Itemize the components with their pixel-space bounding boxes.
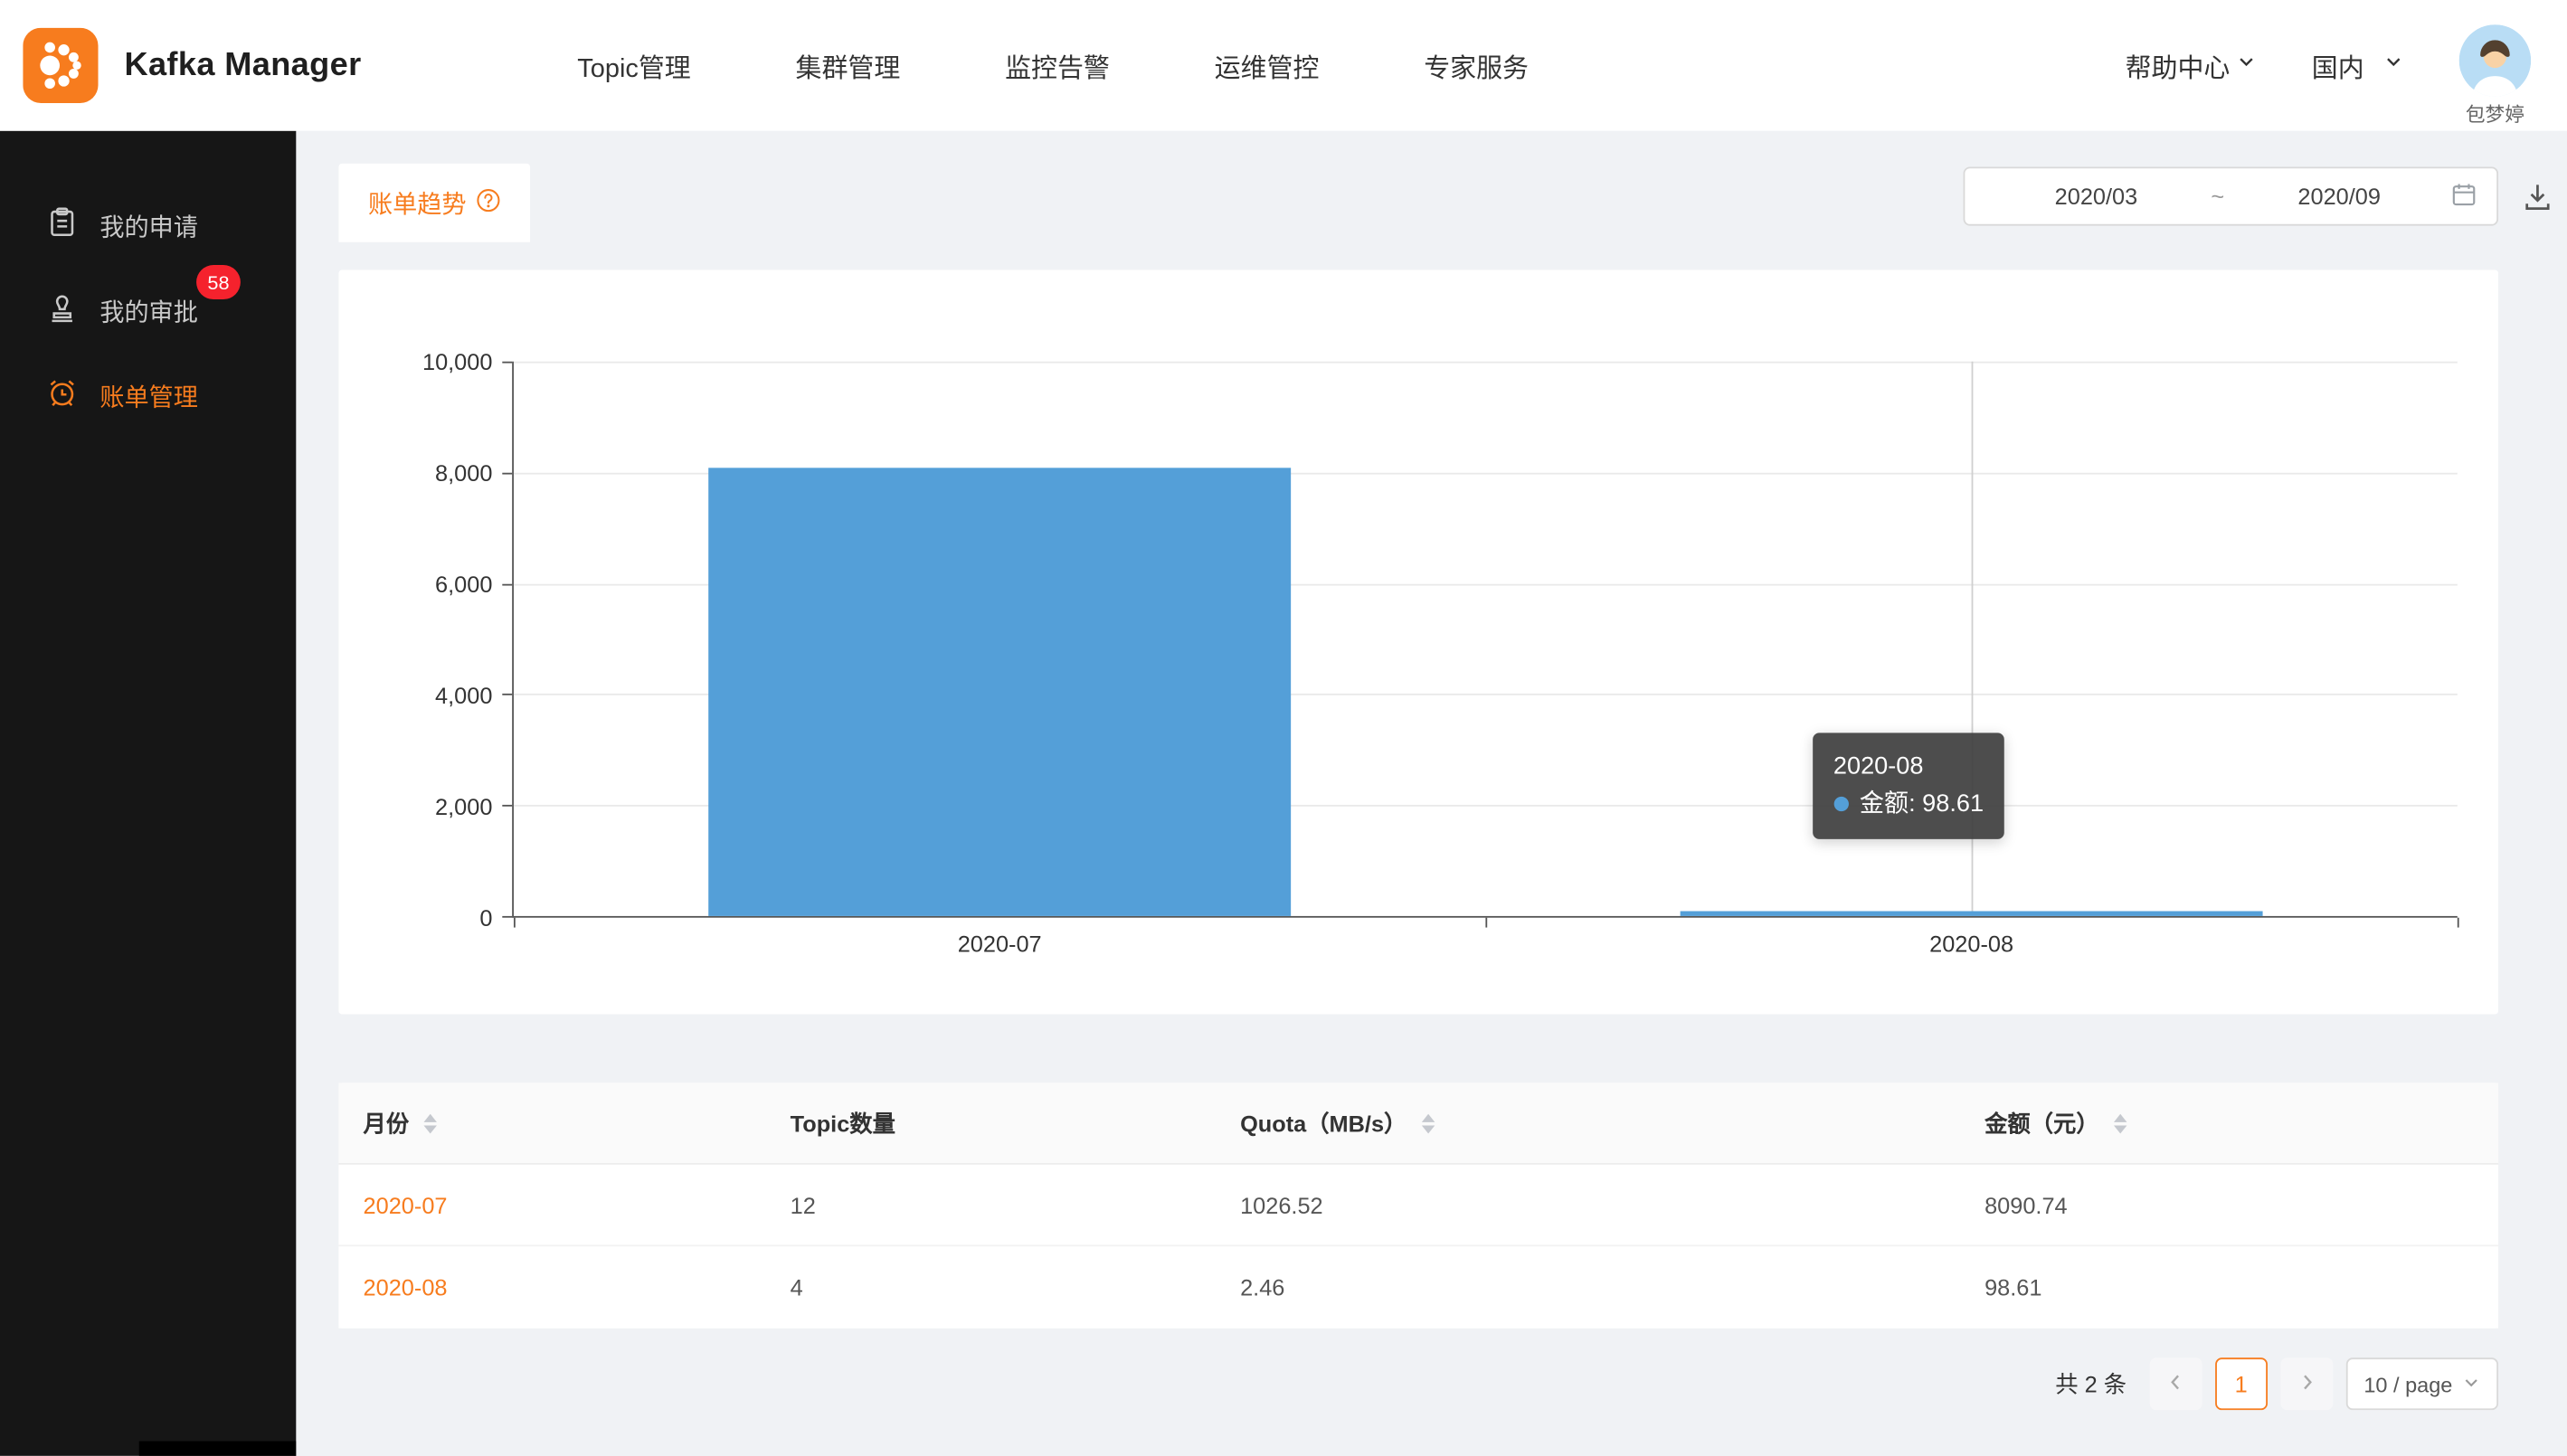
user-profile[interactable]: 包梦婷 — [2459, 24, 2532, 127]
month-link[interactable]: 2020-08 — [364, 1274, 448, 1300]
avatar — [2459, 24, 2532, 96]
prev-page-button[interactable] — [2149, 1357, 2202, 1410]
bar-2020-08[interactable] — [1680, 911, 2263, 916]
chevron-left-icon — [2164, 1370, 2187, 1398]
sort-icon — [423, 1113, 436, 1133]
sidebar-item-bill-management[interactable]: 账单管理 — [0, 360, 296, 432]
calendar-icon — [2451, 181, 2477, 212]
app-logo-icon[interactable] — [23, 28, 98, 103]
date-range-picker[interactable]: 2020/03 ~ 2020/09 — [1964, 166, 2498, 225]
x-axis-label: 2020-07 — [958, 931, 1042, 957]
column-header-quota[interactable]: Quota（MB/s） — [1216, 1107, 1960, 1139]
nav-cluster-management[interactable]: 集群管理 — [796, 46, 901, 85]
bill-table: 月份 Topic数量 Quota（MB/s） 金额（元） 2020-07 12 — [338, 1083, 2498, 1328]
date-end-value[interactable]: 2020/09 — [2228, 184, 2451, 210]
approval-count-badge: 58 — [196, 265, 241, 299]
amount-cell: 98.61 — [1960, 1274, 2498, 1300]
sidebar: 我的申请 我的审批 58 账单管理 — [0, 131, 296, 1456]
x-axis-label: 2020-08 — [1929, 931, 2013, 957]
date-range-separator: ~ — [2208, 184, 2228, 210]
sidebar-item-my-approvals[interactable]: 我的审批 58 — [0, 275, 296, 347]
topic-count-cell: 12 — [766, 1192, 1216, 1218]
brand-title: Kafka Manager — [124, 47, 361, 85]
column-header-month[interactable]: 月份 — [338, 1107, 765, 1139]
y-axis-labels: 10,000 8,000 6,000 4,000 2,000 0 — [338, 362, 492, 918]
nav-topic-management[interactable]: Topic管理 — [577, 46, 690, 85]
page-size-select[interactable]: 10 / page — [2345, 1357, 2498, 1410]
tooltip-title: 2020-08 — [1833, 748, 1984, 786]
header-right: 帮助中心 国内 — [2126, 5, 2532, 128]
nav-ops-control[interactable]: 运维管控 — [1215, 46, 1320, 85]
table-row: 2020-07 12 1026.52 8090.74 — [338, 1165, 2498, 1246]
quota-cell: 2.46 — [1216, 1274, 1960, 1300]
app-root: Kafka Manager Topic管理 集群管理 监控告警 运维管控 专家服… — [0, 0, 2567, 1456]
clipboard-icon — [46, 206, 79, 245]
chart-tooltip: 2020-08 金额: 98.61 — [1812, 733, 2004, 838]
chevron-down-icon — [2383, 51, 2403, 80]
quota-cell: 1026.52 — [1216, 1192, 1960, 1218]
month-link[interactable]: 2020-07 — [364, 1192, 448, 1218]
topic-count-cell: 4 — [766, 1274, 1216, 1300]
amount-cell: 8090.74 — [1960, 1192, 2498, 1218]
stamp-icon — [46, 291, 79, 330]
download-icon — [2521, 179, 2553, 217]
chevron-down-icon — [2462, 1372, 2480, 1396]
bar-2020-07[interactable] — [708, 468, 1292, 916]
next-page-button[interactable] — [2280, 1357, 2333, 1410]
date-start-value[interactable]: 2020/03 — [1984, 184, 2208, 210]
sidebar-item-my-applications[interactable]: 我的申请 — [0, 190, 296, 262]
sidebar-item-label: 账单管理 — [99, 379, 198, 413]
sidebar-item-label: 我的申请 — [99, 209, 198, 243]
column-header-topic-count: Topic数量 — [766, 1107, 1216, 1139]
table-header-row: 月份 Topic数量 Quota（MB/s） 金额（元） — [338, 1083, 2498, 1164]
total-count-label: 共 2 条 — [2055, 1367, 2127, 1400]
sidebar-item-label: 我的审批 — [99, 294, 198, 328]
main-nav: Topic管理 集群管理 监控告警 运维管控 专家服务 — [577, 46, 1529, 85]
chevron-down-icon — [2237, 51, 2257, 80]
page-number-button[interactable]: 1 — [2215, 1357, 2268, 1410]
help-center-link[interactable]: 帮助中心 — [2126, 46, 2257, 85]
help-circle-icon[interactable] — [476, 187, 500, 218]
pagination: 共 2 条 1 10 / page — [2055, 1357, 2498, 1410]
series-dot-icon — [1833, 798, 1848, 812]
download-button[interactable] — [2518, 178, 2557, 217]
tooltip-value: 金额: 98.61 — [1860, 786, 1984, 824]
sort-icon — [1422, 1113, 1435, 1133]
tab-bill-trend[interactable]: 账单趋势 — [338, 164, 530, 242]
alarm-icon — [46, 376, 79, 415]
sidebar-bottom-bar — [139, 1442, 297, 1456]
nav-monitor-alert[interactable]: 监控告警 — [1005, 46, 1110, 85]
column-header-amount[interactable]: 金额（元） — [1960, 1107, 2498, 1139]
chevron-right-icon — [2295, 1370, 2317, 1398]
main-content: 账单趋势 2020/03 ~ 2020/09 — [296, 131, 2567, 1456]
table-row: 2020-08 4 2.46 98.61 — [338, 1246, 2498, 1328]
sort-icon — [2114, 1113, 2127, 1133]
app-header: Kafka Manager Topic管理 集群管理 监控告警 运维管控 专家服… — [0, 0, 2567, 131]
region-select[interactable]: 国内 — [2312, 46, 2403, 85]
nav-expert-service[interactable]: 专家服务 — [1424, 46, 1529, 85]
chart-card: 10,000 8,000 6,000 4,000 2,000 0 — [338, 269, 2498, 1014]
bar-chart-plot[interactable]: 2020-08 金额: 98.61 2020-07 2020-08 — [512, 362, 2458, 918]
user-name: 包梦婷 — [2466, 99, 2524, 127]
